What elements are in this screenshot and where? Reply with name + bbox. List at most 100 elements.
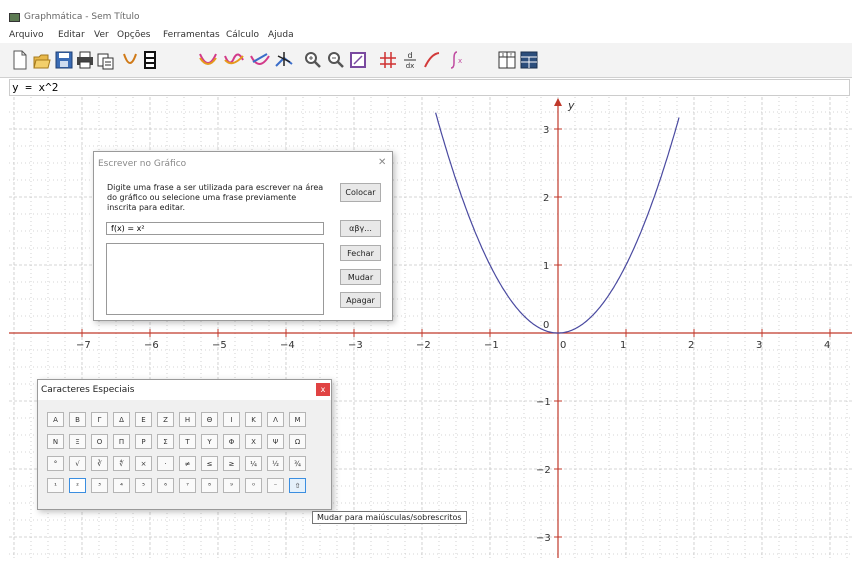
char-key[interactable]: Β	[69, 412, 86, 427]
menu-arquivo[interactable]: Arquivo	[9, 30, 43, 40]
char-key[interactable]: Φ	[223, 434, 240, 449]
x-tick-label: 4	[824, 340, 830, 351]
phrase-input[interactable]: f(x) = x²	[106, 222, 324, 235]
menu-ajuda[interactable]: Ajuda	[268, 30, 294, 40]
char-key[interactable]: Π	[113, 434, 130, 449]
char-key[interactable]: ≤	[201, 456, 218, 471]
place-button[interactable]: Colocar	[340, 183, 381, 202]
char-key[interactable]: Χ	[245, 434, 262, 449]
write-on-graph-dialog: Escrever no Gráfico ✕ Digite uma frase a…	[93, 151, 393, 321]
char-key[interactable]: Λ	[267, 412, 284, 427]
char-key[interactable]: Σ	[157, 434, 174, 449]
derivative-icon[interactable]: d dx	[402, 50, 418, 70]
app-icon	[9, 13, 20, 22]
char-key[interactable]: ⇧	[289, 478, 306, 493]
char-key[interactable]: Α	[47, 412, 64, 427]
char-key[interactable]: ·	[157, 456, 174, 471]
menu-ver[interactable]: Ver	[94, 30, 109, 40]
y-tick-label: 0	[543, 320, 549, 331]
char-key[interactable]: ¾	[289, 456, 306, 471]
char-key[interactable]: Η	[179, 412, 196, 427]
close-icon[interactable]: x	[316, 383, 330, 396]
close-icon[interactable]: ✕	[378, 157, 386, 168]
y-tick-label: 3	[543, 125, 549, 136]
char-key[interactable]: ≥	[223, 456, 240, 471]
char-key[interactable]: ⁹	[223, 478, 240, 493]
char-key[interactable]: Υ	[201, 434, 218, 449]
curve-1-icon[interactable]	[198, 50, 218, 70]
x-tick-label: −4	[280, 340, 295, 351]
char-key[interactable]: ∜	[113, 456, 130, 471]
char-key[interactable]: Ζ	[157, 412, 174, 427]
close-button[interactable]: Fechar	[340, 245, 381, 261]
char-key[interactable]: ⁷	[179, 478, 196, 493]
xy-table-icon[interactable]: XY	[498, 50, 516, 70]
char-key[interactable]: ⁶	[157, 478, 174, 493]
x-tick-label: 3	[756, 340, 762, 351]
x-tick-label: −5	[212, 340, 227, 351]
special-chars-button[interactable]: αβγ...	[340, 220, 381, 237]
char-key[interactable]: Ψ	[267, 434, 284, 449]
x-tick-label: −3	[348, 340, 363, 351]
menu-ferramentas[interactable]: Ferramentas	[163, 30, 220, 40]
char-key[interactable]: ⁴	[113, 478, 130, 493]
title-bar: Graphmática - Sem Título	[0, 0, 852, 24]
zoom-in-icon[interactable]	[304, 50, 322, 70]
table-icon[interactable]	[143, 50, 157, 70]
char-key[interactable]: ⁵	[135, 478, 152, 493]
char-key[interactable]: ⁸	[201, 478, 218, 493]
menu-opcoes[interactable]: Opções	[117, 30, 150, 40]
save-icon[interactable]	[55, 50, 73, 70]
tooltip: Mudar para maiúsculas/sobrescritos	[312, 511, 467, 524]
change-button[interactable]: Mudar	[340, 269, 381, 285]
char-key[interactable]: ¹	[47, 478, 64, 493]
char-key[interactable]: ×	[135, 456, 152, 471]
char-key[interactable]: ⁻	[267, 478, 284, 493]
integral-icon[interactable]: x	[446, 50, 464, 70]
grid-icon[interactable]	[378, 50, 398, 70]
delete-button[interactable]: Apagar	[340, 292, 381, 308]
char-key[interactable]: ³	[91, 478, 108, 493]
char-key[interactable]: ⁰	[245, 478, 262, 493]
menu-calculo[interactable]: Cálculo	[226, 30, 259, 40]
data-table-icon[interactable]	[520, 50, 538, 70]
char-key[interactable]: ≠	[179, 456, 196, 471]
zoom-out-icon[interactable]	[327, 50, 345, 70]
char-key[interactable]: ½	[267, 456, 284, 471]
char-key[interactable]: °	[47, 456, 64, 471]
curve-3-icon[interactable]	[249, 50, 271, 70]
toolbar: d dx x XY	[0, 43, 852, 78]
print-icon[interactable]	[76, 50, 94, 70]
char-key[interactable]: Κ	[245, 412, 262, 427]
char-key[interactable]: Ι	[223, 412, 240, 427]
equation-input[interactable]	[12, 80, 842, 95]
char-key[interactable]: Θ	[201, 412, 218, 427]
char-key[interactable]: Ε	[135, 412, 152, 427]
svg-text:x: x	[458, 57, 462, 65]
char-key[interactable]: Ρ	[135, 434, 152, 449]
trace-icon[interactable]	[274, 50, 294, 70]
tangent-line-icon[interactable]	[423, 50, 441, 70]
curve-2-icon[interactable]	[223, 50, 245, 70]
svg-text:dx: dx	[406, 62, 415, 70]
phrase-list[interactable]	[106, 243, 324, 315]
char-key[interactable]: Ν	[47, 434, 64, 449]
copy-icon[interactable]	[97, 50, 115, 70]
char-key[interactable]: Δ	[113, 412, 130, 427]
open-folder-icon[interactable]	[33, 50, 51, 70]
char-key[interactable]: ¼	[245, 456, 262, 471]
char-key[interactable]: Ο	[91, 434, 108, 449]
char-key[interactable]: Ω	[289, 434, 306, 449]
char-key[interactable]: Μ	[289, 412, 306, 427]
zoom-box-icon[interactable]	[349, 50, 367, 70]
char-key[interactable]: Ξ	[69, 434, 86, 449]
char-key[interactable]: Τ	[179, 434, 196, 449]
menu-editar[interactable]: Editar	[58, 30, 85, 40]
char-key[interactable]: Γ	[91, 412, 108, 427]
char-key[interactable]: ∛	[91, 456, 108, 471]
new-file-icon[interactable]	[12, 50, 28, 70]
char-key[interactable]: √	[69, 456, 86, 471]
tangent-icon[interactable]	[121, 50, 139, 70]
y-axis-label: y	[567, 99, 575, 112]
char-key[interactable]: ²	[69, 478, 86, 493]
